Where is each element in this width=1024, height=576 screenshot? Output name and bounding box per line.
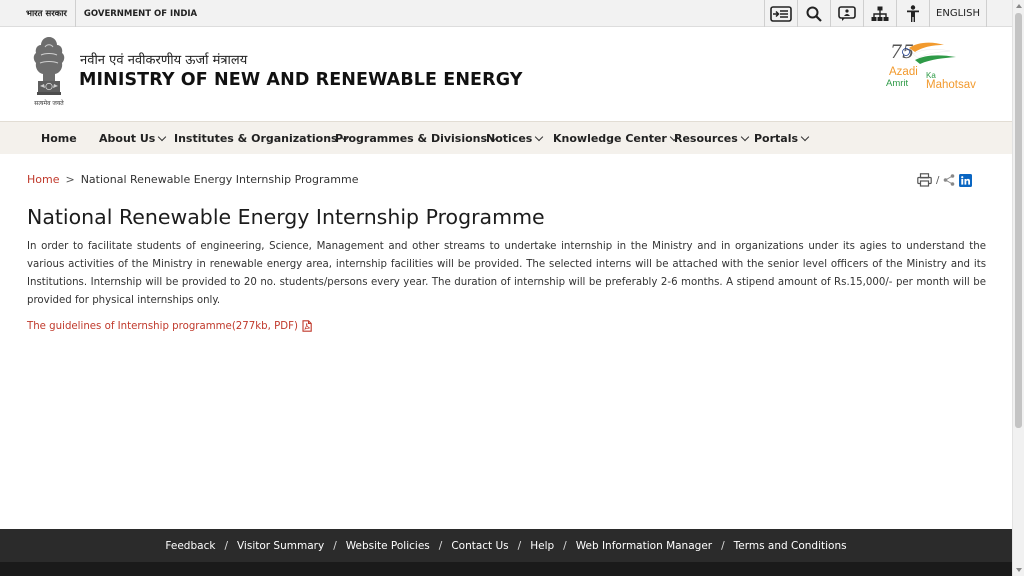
page-scrollbar[interactable] bbox=[1012, 0, 1024, 576]
akam-number: 75 bbox=[890, 41, 914, 63]
footer-separator: / bbox=[721, 539, 725, 552]
page-tools: / bbox=[917, 173, 973, 187]
nav-about-us-label: About Us bbox=[99, 131, 156, 145]
breadcrumb-current: National Renewable Energy Internship Pro… bbox=[80, 173, 359, 186]
content-paragraph: In order to facilitate students of engin… bbox=[27, 241, 986, 306]
scroll-up-arrow-icon[interactable] bbox=[1016, 4, 1022, 8]
breadcrumb-separator: > bbox=[65, 173, 75, 186]
footer-separator: / bbox=[563, 539, 567, 552]
ministry-name-hindi: नवीन एवं नवीकरणीय ऊर्जा मंत्रालय bbox=[80, 53, 248, 68]
chevron-down-icon bbox=[800, 132, 810, 141]
nav-institutes[interactable]: Institutes & Organizations bbox=[174, 122, 349, 154]
gov-english-label: GOVERNMENT OF INDIA bbox=[83, 8, 198, 19]
main-navigation: Home About Us Institutes & Organizations… bbox=[0, 121, 1012, 154]
search-icon[interactable] bbox=[797, 0, 830, 27]
page-title: National Renewable Energy Internship Pro… bbox=[27, 205, 545, 229]
chevron-down-icon bbox=[535, 132, 544, 141]
akam-mahotsav: Mahotsav bbox=[926, 79, 976, 91]
nav-portals-label: Portals bbox=[754, 131, 799, 145]
screen-reader-icon[interactable] bbox=[830, 0, 863, 27]
nav-programmes-label: Programmes & Divisions bbox=[335, 131, 488, 145]
site-footer: Feedback / Visitor Summary / Website Pol… bbox=[0, 529, 1012, 562]
site-header: सत्यमेव जयते नवीन एवं नवीकरणीय ऊर्जा मंत… bbox=[0, 27, 1012, 121]
accessibility-toolbar: ENGLISH bbox=[764, 0, 987, 27]
nav-institutes-label: Institutes & Organizations bbox=[174, 131, 338, 145]
guidelines-pdf-link[interactable]: The guidelines of Internship programme(2… bbox=[27, 320, 312, 332]
footer-link-feedback[interactable]: Feedback bbox=[165, 540, 215, 552]
pdf-icon bbox=[302, 320, 312, 332]
footer-link-terms[interactable]: Terms and Conditions bbox=[734, 540, 847, 552]
gov-hindi-label: भारत सरकार bbox=[26, 0, 76, 27]
share-icon[interactable] bbox=[943, 174, 955, 186]
linkedin-icon[interactable] bbox=[959, 173, 973, 187]
chevron-down-icon bbox=[740, 132, 750, 141]
nav-portals[interactable]: Portals bbox=[754, 122, 810, 154]
scrollbar-thumb[interactable] bbox=[1015, 13, 1022, 428]
skip-to-content-icon[interactable] bbox=[764, 0, 797, 27]
top-bar: भारत सरकार GOVERNMENT OF INDIA ENGLISH bbox=[0, 0, 1012, 27]
chevron-down-icon bbox=[158, 132, 167, 141]
nav-resources[interactable]: Resources bbox=[674, 122, 750, 154]
nav-resources-label: Resources bbox=[674, 131, 738, 145]
accessibility-icon[interactable] bbox=[896, 0, 929, 27]
ministry-name-english[interactable]: MINISTRY OF NEW AND RENEWABLE ENERGY bbox=[79, 70, 523, 90]
national-emblem-icon[interactable] bbox=[27, 33, 71, 109]
footer-separator: / bbox=[224, 539, 228, 552]
footer-link-website-policies[interactable]: Website Policies bbox=[346, 540, 430, 552]
sitemap-icon[interactable] bbox=[863, 0, 896, 27]
guidelines-link-text: The guidelines of Internship programme(2… bbox=[27, 320, 298, 332]
page-tools-divider: / bbox=[936, 174, 940, 186]
breadcrumb-home-link[interactable]: Home bbox=[27, 173, 59, 186]
nav-home-label: Home bbox=[41, 131, 77, 145]
scroll-down-arrow-icon[interactable] bbox=[1016, 568, 1022, 572]
footer-links: Feedback / Visitor Summary / Website Pol… bbox=[0, 529, 1012, 562]
nav-notices[interactable]: Notices bbox=[486, 122, 544, 154]
footer-link-contact-us[interactable]: Contact Us bbox=[451, 540, 508, 552]
nav-home[interactable]: Home bbox=[41, 122, 77, 154]
footer-separator: / bbox=[517, 539, 522, 552]
footer-separator: / bbox=[333, 539, 337, 552]
azadi-ka-amrit-mahotsav-logo[interactable]: 75 Azadi Ka Amrit Mahotsav bbox=[884, 38, 976, 94]
nav-knowledge-center[interactable]: Knowledge Center bbox=[553, 122, 679, 154]
footer-link-web-information-manager[interactable]: Web Information Manager bbox=[576, 540, 712, 552]
akam-amrit: Amrit bbox=[886, 78, 909, 89]
emblem-caption: सत्यमेव जयते bbox=[34, 100, 64, 107]
language-selector[interactable]: ENGLISH bbox=[929, 0, 987, 27]
government-label: भारत सरकार GOVERNMENT OF INDIA bbox=[26, 0, 197, 27]
footer-link-help[interactable]: Help bbox=[530, 540, 554, 552]
footer-separator: / bbox=[438, 539, 443, 552]
footer-bottom-strip bbox=[0, 562, 1012, 576]
print-icon[interactable] bbox=[917, 173, 932, 187]
akam-azadi: Azadi bbox=[889, 66, 918, 78]
nav-knowledge-center-label: Knowledge Center bbox=[553, 131, 667, 145]
nav-about-us[interactable]: About Us bbox=[99, 122, 167, 154]
footer-link-visitor-summary[interactable]: Visitor Summary bbox=[237, 540, 324, 552]
nav-notices-label: Notices bbox=[486, 131, 533, 145]
breadcrumb: Home > National Renewable Energy Interns… bbox=[27, 173, 358, 186]
nav-programmes[interactable]: Programmes & Divisions bbox=[335, 122, 499, 154]
